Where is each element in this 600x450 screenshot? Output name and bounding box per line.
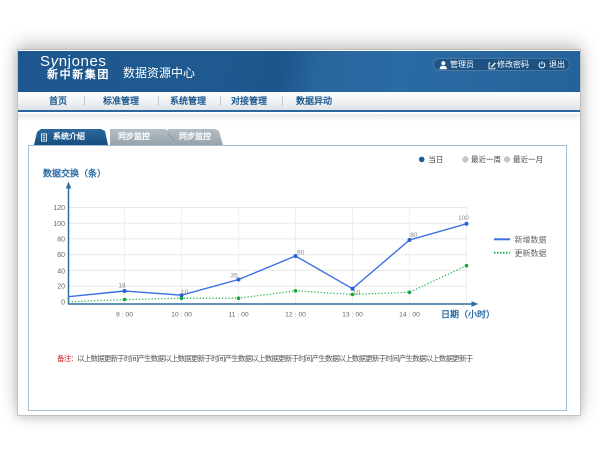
svg-text:10: 10	[353, 290, 361, 297]
svg-text:80: 80	[57, 237, 65, 244]
svg-text:新增数据: 新增数据	[515, 234, 547, 244]
svg-text:当日: 当日	[428, 154, 443, 164]
svg-text:9 : 00: 9 : 00	[116, 312, 133, 319]
svg-text:120: 120	[53, 205, 65, 212]
svg-text:80: 80	[410, 232, 418, 239]
svg-text:10 : 00: 10 : 00	[171, 312, 192, 319]
svg-text:更新数据: 更新数据	[515, 248, 547, 258]
svg-text:35: 35	[230, 273, 238, 280]
svg-text:100: 100	[458, 215, 469, 222]
svg-text:11 : 00: 11 : 00	[228, 312, 249, 319]
svg-text:60: 60	[57, 252, 65, 259]
svg-text:40: 40	[57, 268, 65, 275]
svg-text:数据交换（条）: 数据交换（条）	[43, 168, 106, 179]
svg-text:13 : 00: 13 : 00	[342, 312, 363, 319]
svg-text:10: 10	[181, 289, 189, 296]
svg-text:最近一月: 最近一月	[513, 154, 543, 164]
svg-text:12 : 00: 12 : 00	[285, 312, 306, 319]
svg-text:18: 18	[118, 283, 126, 290]
svg-text:60: 60	[297, 249, 305, 256]
svg-text:100: 100	[53, 221, 65, 228]
svg-text:日期（小时）: 日期（小时）	[441, 309, 495, 320]
svg-text:14 : 00: 14 : 00	[399, 312, 420, 319]
svg-text:最近一周: 最近一周	[471, 154, 501, 164]
svg-text:20: 20	[57, 283, 65, 290]
svg-text:0: 0	[61, 300, 65, 307]
